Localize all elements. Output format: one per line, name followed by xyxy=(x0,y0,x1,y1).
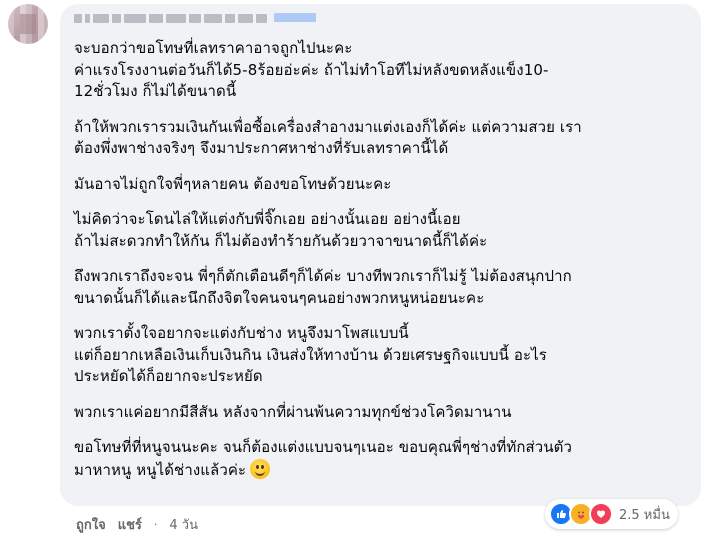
love-icon xyxy=(589,502,613,526)
comment-avatar[interactable] xyxy=(8,4,48,44)
comment-line: ประหยัดได้ก็อยากจะประหยัด xyxy=(74,367,263,385)
comment-paragraph: พวกเราตั้งใจอยากจะแต่งกับช่าง หนูจึงมาโพ… xyxy=(74,323,694,388)
comment-line: ขนาดนั้นก็ได้และนึกถึงจิตใจคนจนๆคนอย่างพ… xyxy=(74,288,485,307)
comment-line: จะบอกว่าขอโทษที่เลทราคาอาจถูกไปนะคะ xyxy=(74,39,353,57)
smiling-face-emoji xyxy=(250,458,271,479)
comment-line: ขอโทษที่ที่หนูจนนะคะ จนก็ต้องแต่งแบบจนๆเ… xyxy=(74,438,573,456)
comment-line: ต้องพึ่งพาช่างจริงๆ จึงมาประกาศหาช่างที่… xyxy=(74,139,449,157)
comment-line: 12ชั่วโมง ก็ไม่ได้ขนาดนี้ xyxy=(74,82,237,100)
comment-paragraph: พวกเราแค่อยากมีสีสัน หลังจากที่ผ่านพ้นคว… xyxy=(74,402,694,424)
comment-line: มันอาจไม่ถูกใจพี่ๆหลายคน ต้องขอโทษด้วยนะ… xyxy=(74,174,392,193)
comment-line: ถ้าให้พวกเรารวมเงินกันเพื่อซื้อเครื่องสำ… xyxy=(74,117,582,136)
separator-dot: · xyxy=(153,518,158,531)
comment-actions: ถูกใจ แชร์ · 4 วัน xyxy=(76,514,198,535)
share-action[interactable]: แชร์ xyxy=(118,514,142,535)
comment-paragraph: ไม่คิดว่าจะโดนไล่ให้แต่งกับพี่จิ๊กเอย อย… xyxy=(74,209,694,252)
comment-paragraph: ขอโทษที่ที่หนูจนนะคะ จนก็ต้องแต่งแบบจนๆเ… xyxy=(74,437,694,481)
comment-line: มาหาหนู หนูได้ช่างแล้วค่ะ xyxy=(74,458,694,482)
comment-line: ไม่คิดว่าจะโดนไล่ให้แต่งกับพี่จิ๊กเอย อย… xyxy=(74,210,461,228)
comment-paragraph: ถึงพวกเราถึงจะจน พี่ๆก็ตักเตือนดีๆก็ได้ค… xyxy=(74,266,694,309)
like-action[interactable]: ถูกใจ xyxy=(76,514,106,535)
comment-paragraph: จะบอกว่าขอโทษที่เลทราคาอาจถูกไปนะคะค่าแร… xyxy=(74,38,694,103)
comment-paragraph: ถ้าให้พวกเรารวมเงินกันเพื่อซื้อเครื่องสำ… xyxy=(74,117,694,160)
comment-line: ถึงพวกเราถึงจะจน พี่ๆก็ตักเตือนดีๆก็ได้ค… xyxy=(74,267,572,285)
reaction-summary[interactable]: 2.5 หมื่น xyxy=(545,499,678,529)
comment-line: ถ้าไม่สะดวกทำให้กัน ก็ไม่ต้องทำร้ายกันด้… xyxy=(74,231,488,250)
timestamp[interactable]: 4 วัน xyxy=(169,514,198,535)
commenter-name[interactable] xyxy=(74,12,267,24)
comment-line: พวกเราแค่อยากมีสีสัน หลังจากที่ผ่านพ้นคว… xyxy=(74,402,512,421)
comment-line: พวกเราตั้งใจอยากจะแต่งกับช่าง หนูจึงมาโพ… xyxy=(74,324,409,342)
comment-paragraph: มันอาจไม่ถูกใจพี่ๆหลายคน ต้องขอโทษด้วยนะ… xyxy=(74,174,694,196)
comment-bubble: จะบอกว่าขอโทษที่เลทราคาอาจถูกไปนะคะค่าแร… xyxy=(60,4,701,506)
commenter-tag[interactable] xyxy=(274,13,316,22)
reaction-count: 2.5 หมื่น xyxy=(619,507,670,523)
comment-line: ค่าแรงโรงงานต่อวันก็ได้5-8ร้อยอ่ะค่ะ ถ้า… xyxy=(74,60,549,79)
comment-line: แต่ก็อยากเหลือเงินเก็บเงินกิน เงินส่งให้… xyxy=(74,345,547,364)
comment-text: จะบอกว่าขอโทษที่เลทราคาอาจถูกไปนะคะค่าแร… xyxy=(74,38,694,495)
